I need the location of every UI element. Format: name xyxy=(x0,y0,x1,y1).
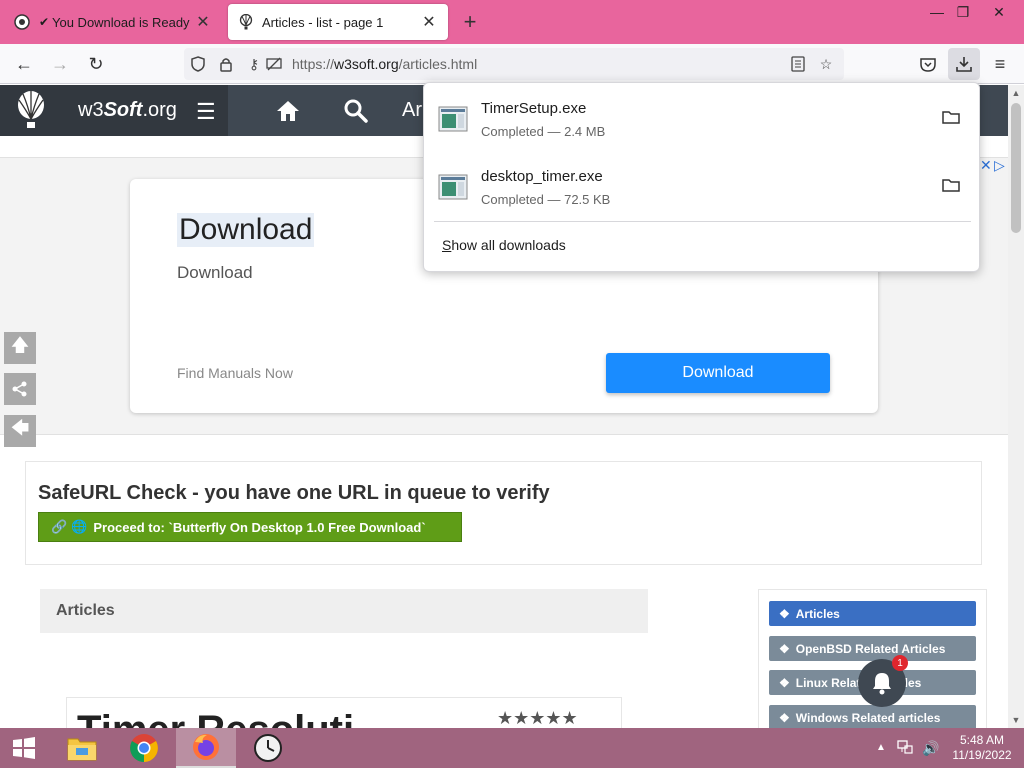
system-clock[interactable]: 5:48 AM 11/19/2022 xyxy=(950,733,1014,763)
forward-icon[interactable]: → xyxy=(46,50,74,78)
folder-icon[interactable] xyxy=(942,109,960,125)
bookmark-star-icon[interactable]: ☆ xyxy=(816,54,836,74)
share-button[interactable] xyxy=(4,373,36,405)
screen-share-blocked-icon[interactable] xyxy=(264,54,284,74)
proceed-label: Proceed to: `Butterfly On Desktop 1.0 Fr… xyxy=(93,519,426,535)
start-button[interactable] xyxy=(0,728,48,768)
sidebar-panel: ❖ Articles ❖ OpenBSD Related Articles ❖ Lin… xyxy=(758,589,987,728)
clock-app-icon[interactable] xyxy=(238,728,298,768)
back-icon[interactable]: ← xyxy=(10,50,38,78)
folder-icon[interactable] xyxy=(942,177,960,193)
menu-hamburger-icon[interactable]: ≡ xyxy=(986,50,1014,78)
ad-download-button[interactable]: Download xyxy=(606,353,830,393)
balloon-icon xyxy=(238,14,254,30)
sidebar-link-articles[interactable]: ❖ Articles xyxy=(769,601,976,626)
url-bar[interactable]: ⚷ https://w3soft.org/articles.html ☆ xyxy=(184,48,844,80)
permissions-icon[interactable]: ⚷ xyxy=(244,54,264,74)
article-card[interactable]: Timer Resoluti ★★★★★ xyxy=(66,697,622,728)
scrollbar-thumb[interactable] xyxy=(1011,103,1021,233)
layers-icon: ❖ xyxy=(779,710,790,725)
chrome-icon[interactable] xyxy=(114,728,174,768)
restore-icon[interactable]: ❐ xyxy=(946,0,980,24)
globe-icon: 🌐 xyxy=(71,519,88,534)
site-nav-link[interactable]: Ar xyxy=(402,99,422,122)
pocket-icon[interactable] xyxy=(914,50,942,78)
safeurl-box: SafeURL Check - you have one URL in queu… xyxy=(25,461,982,565)
balloon-logo-icon xyxy=(18,91,44,128)
download-filename: TimerSetup.exe xyxy=(481,100,587,117)
tab-close-icon[interactable]: ✕ xyxy=(420,13,438,31)
article-title[interactable]: Timer Resoluti xyxy=(77,708,354,728)
new-tab-icon[interactable]: + xyxy=(458,9,482,34)
firefox-icon[interactable] xyxy=(176,728,236,768)
checkmark-icon: ✔ xyxy=(38,15,50,29)
downloads-panel: TimerSetup.exe Completed — 2.4 MB deskto… xyxy=(423,82,980,272)
notification-badge: 1 xyxy=(892,655,908,671)
shield-icon[interactable] xyxy=(188,54,208,74)
navigation-bar: ← → ↻ ⚷ https://w3soft.org/articles.html… xyxy=(0,44,1024,84)
reload-icon[interactable]: ↻ xyxy=(82,50,110,78)
layers-icon: ❖ xyxy=(779,606,790,621)
ad-title: Download xyxy=(177,213,315,247)
download-status: Completed — 72.5 KB xyxy=(481,192,611,207)
site-brand: w3Soft.org xyxy=(78,99,177,121)
site-logo-icon xyxy=(14,14,30,30)
clock-time: 5:48 AM xyxy=(959,733,1005,747)
scroll-up-arrow-icon[interactable]: ▲ xyxy=(1011,88,1021,98)
show-all-downloads-link[interactable]: Show all downloads xyxy=(442,237,566,253)
download-filename: desktop_timer.exe xyxy=(481,168,603,185)
tab-title: You Download is Ready xyxy=(52,14,190,30)
tab-articles[interactable]: Articles - list - page 1 ✕ xyxy=(228,4,448,40)
exe-file-icon xyxy=(438,174,468,200)
search-icon[interactable] xyxy=(342,97,370,125)
divider xyxy=(434,221,971,222)
link-icon: 🔗 xyxy=(51,519,68,534)
file-explorer-icon[interactable] xyxy=(52,728,112,768)
download-status: Completed — 2.4 MB xyxy=(481,124,606,139)
layers-icon: ❖ xyxy=(779,641,790,656)
volume-icon[interactable]: 🔊 xyxy=(922,740,939,757)
lock-icon[interactable] xyxy=(216,54,236,74)
sidebar-link-windows[interactable]: ❖ Windows Related articles xyxy=(769,705,976,728)
taskbar: ▲ 🔊 5:48 AM 11/19/2022 xyxy=(0,728,1024,768)
reader-view-icon[interactable] xyxy=(788,54,808,74)
clock-date: 11/19/2022 xyxy=(952,748,1012,762)
rating-stars: ★★★★★ xyxy=(497,708,578,728)
tab-title: Articles - list - page 1 xyxy=(262,14,384,30)
ad-find-manuals[interactable]: Find Manuals Now xyxy=(177,365,293,381)
tab-close-icon[interactable]: ✕ xyxy=(194,13,212,31)
url-text: https://w3soft.org/articles.html xyxy=(292,56,478,72)
download-item[interactable]: TimerSetup.exe Completed — 2.4 MB xyxy=(434,91,971,151)
ad-info-icon[interactable]: ▷ xyxy=(994,157,1005,174)
tab-download-ready[interactable]: ✔ You Download is Ready ✕ xyxy=(4,4,222,40)
network-icon[interactable] xyxy=(897,740,913,757)
scroll-top-button[interactable]: 🡅 xyxy=(4,332,36,364)
tab-strip: ✔ You Download is Ready ✕ Articles - lis… xyxy=(0,0,1024,44)
bell-icon xyxy=(873,673,891,695)
share-icon xyxy=(12,381,27,397)
close-icon[interactable]: ✕ xyxy=(982,0,1016,24)
exe-file-icon xyxy=(438,106,468,132)
tray-chevron-up-icon[interactable]: ▲ xyxy=(876,742,886,753)
sidebar-link-openbsd[interactable]: ❖ OpenBSD Related Articles xyxy=(769,636,976,661)
home-icon[interactable] xyxy=(274,97,302,125)
layers-icon: ❖ xyxy=(779,675,790,690)
scroll-down-arrow-icon[interactable]: ▼ xyxy=(1011,715,1021,725)
safeurl-heading: SafeURL Check - you have one URL in queu… xyxy=(38,482,550,504)
ad-close-icon[interactable]: ✕ xyxy=(980,157,992,174)
site-logo-area[interactable]: w3Soft.org ☰ xyxy=(0,85,228,136)
articles-heading: Articles xyxy=(40,589,648,633)
site-menu-icon[interactable]: ☰ xyxy=(196,99,216,125)
go-back-button[interactable]: 🡄 xyxy=(4,415,36,447)
windows-icon xyxy=(13,737,35,759)
proceed-button[interactable]: 🔗 🌐 Proceed to: `Butterfly On Desktop 1.… xyxy=(38,512,462,542)
page-scrollbar[interactable]: ▲ ▼ xyxy=(1008,85,1024,728)
ad-subtitle: Download xyxy=(177,263,253,282)
downloads-icon[interactable] xyxy=(948,48,980,80)
download-item[interactable]: desktop_timer.exe Completed — 72.5 KB xyxy=(434,159,971,219)
